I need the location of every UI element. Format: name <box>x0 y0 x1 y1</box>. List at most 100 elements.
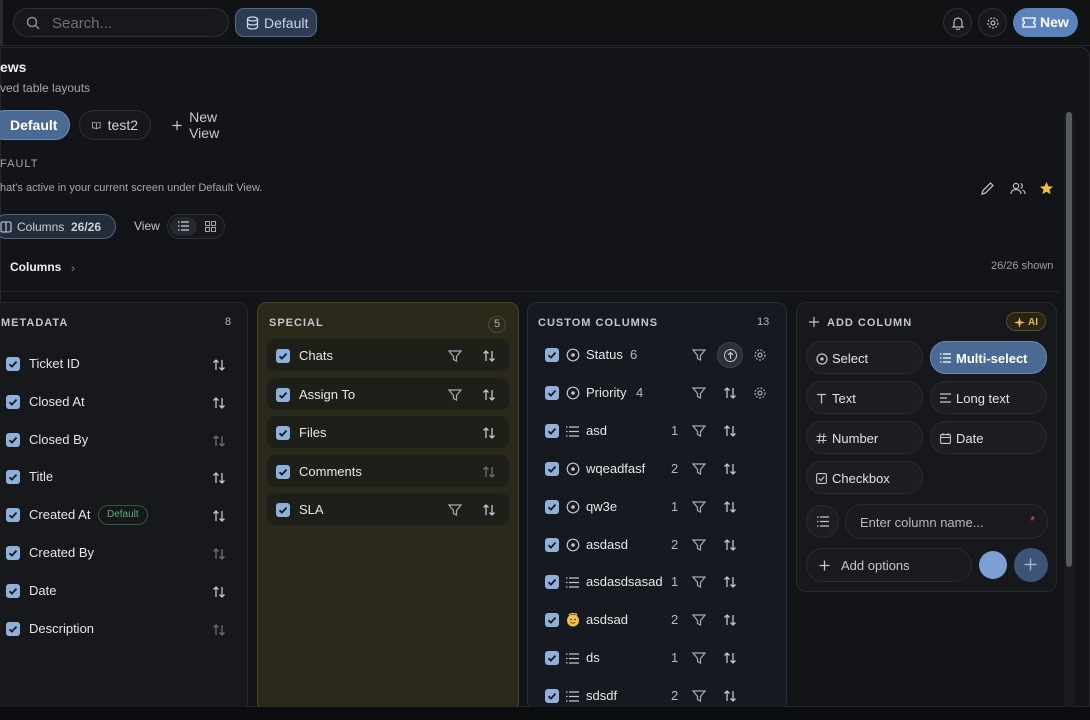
sort-icon[interactable] <box>723 613 737 632</box>
row-checkbox[interactable] <box>545 423 559 438</box>
row-label: Created By <box>29 545 95 560</box>
new-view-button[interactable]: New View <box>160 109 258 141</box>
users-icon[interactable] <box>1010 181 1026 196</box>
filter-icon[interactable] <box>691 424 707 443</box>
row-checkbox[interactable] <box>276 503 290 517</box>
sort-icon[interactable] <box>723 575 737 594</box>
sort-icon[interactable] <box>212 396 226 415</box>
filter-icon[interactable] <box>691 689 707 708</box>
type-long-text-label: Long text <box>956 391 1010 406</box>
filter-icon[interactable] <box>691 348 707 367</box>
row-checkbox[interactable] <box>6 357 20 371</box>
type-text-button[interactable]: Text <box>806 381 923 414</box>
filter-icon[interactable] <box>691 386 707 405</box>
gear-icon[interactable] <box>753 348 767 367</box>
row-checkbox[interactable] <box>6 508 20 523</box>
column-type-list-button[interactable] <box>806 505 839 538</box>
ai-button[interactable]: AI <box>1006 312 1046 331</box>
sort-icon[interactable] <box>482 388 496 407</box>
row-checkbox[interactable] <box>276 349 290 363</box>
filter-icon[interactable] <box>447 503 463 522</box>
filter-icon[interactable] <box>691 462 707 481</box>
sort-icon[interactable] <box>482 349 496 368</box>
sort-icon[interactable] <box>723 689 737 708</box>
gear-icon[interactable] <box>753 386 767 405</box>
settings-button[interactable] <box>978 8 1007 37</box>
row-checkbox[interactable] <box>545 537 559 552</box>
table-row: asdsad 2 <box>528 603 783 637</box>
default-view-pill[interactable]: Default <box>235 8 317 37</box>
sort-icon[interactable] <box>482 465 496 484</box>
sort-icon[interactable] <box>212 358 226 377</box>
sort-ascending-button[interactable] <box>717 342 743 368</box>
filter-icon[interactable] <box>691 500 707 519</box>
filter-icon[interactable] <box>447 388 463 407</box>
special-count: 5 <box>488 316 506 333</box>
row-checkbox[interactable] <box>545 499 559 514</box>
row-count: 4 <box>636 384 644 400</box>
filter-icon[interactable] <box>691 538 707 557</box>
sort-icon[interactable] <box>212 547 226 566</box>
table-row: SLA <box>266 492 510 526</box>
row-checkbox[interactable] <box>276 426 290 440</box>
columns-section-title[interactable]: Columns <box>10 260 61 274</box>
row-checkbox[interactable] <box>276 387 290 402</box>
sort-icon[interactable] <box>212 623 226 642</box>
edit-icon[interactable] <box>980 181 995 196</box>
filter-icon[interactable] <box>691 575 707 594</box>
new-button[interactable]: New <box>1013 8 1078 37</box>
row-checkbox[interactable] <box>545 348 559 362</box>
sort-icon[interactable] <box>723 500 737 519</box>
notifications-button[interactable] <box>943 8 972 37</box>
row-checkbox[interactable] <box>545 689 559 704</box>
row-checkbox[interactable] <box>545 575 559 590</box>
sort-icon[interactable] <box>723 651 737 670</box>
add-column-submit-button[interactable] <box>1014 548 1048 582</box>
sort-icon[interactable] <box>723 462 737 481</box>
sort-icon[interactable] <box>212 471 226 490</box>
sort-icon[interactable] <box>212 509 226 528</box>
sort-icon[interactable] <box>723 386 737 405</box>
list-icon <box>566 651 579 669</box>
column-name-input[interactable]: Enter column name... * <box>845 504 1048 539</box>
sort-icon[interactable] <box>723 538 737 557</box>
star-icon[interactable] <box>1039 181 1054 196</box>
color-picker[interactable] <box>979 551 1007 579</box>
type-long-text-button[interactable]: Long text <box>930 381 1047 414</box>
type-multi-select-button[interactable]: Multi-select <box>930 341 1047 374</box>
filter-icon[interactable] <box>691 651 707 670</box>
row-checkbox[interactable] <box>6 394 20 409</box>
sort-icon[interactable] <box>212 585 226 604</box>
row-checkbox[interactable] <box>545 613 559 628</box>
search-input[interactable]: Search... <box>13 8 229 37</box>
sort-icon[interactable] <box>482 426 496 445</box>
table-row: asd 1 <box>528 414 783 448</box>
type-number-button[interactable]: Number <box>806 421 923 454</box>
row-label: asdsad <box>586 612 628 628</box>
filter-icon[interactable] <box>447 349 463 368</box>
row-checkbox[interactable] <box>6 470 20 485</box>
row-checkbox[interactable] <box>545 385 559 400</box>
row-checkbox[interactable] <box>6 546 20 560</box>
sort-icon[interactable] <box>482 503 496 522</box>
grid-icon[interactable] <box>205 221 216 232</box>
scrollbar-thumb[interactable] <box>1066 112 1072 567</box>
filter-icon[interactable] <box>691 613 707 632</box>
scrollbar[interactable] <box>1064 112 1074 712</box>
add-options-button[interactable]: Add options <box>806 548 972 582</box>
type-select-button[interactable]: Select <box>806 341 923 374</box>
type-date-button[interactable]: Date <box>930 421 1047 454</box>
sort-icon[interactable] <box>212 434 226 453</box>
chevron-right-icon[interactable]: › <box>71 261 75 275</box>
row-checkbox[interactable] <box>6 432 20 447</box>
tab-default[interactable]: Default <box>0 110 70 140</box>
type-checkbox-button[interactable]: Checkbox <box>806 461 923 494</box>
row-checkbox[interactable] <box>545 461 559 476</box>
tab-test2[interactable]: test2 <box>79 110 151 140</box>
columns-toggle-button[interactable]: Columns 26/26 <box>0 214 116 239</box>
row-checkbox[interactable] <box>545 651 559 666</box>
row-checkbox[interactable] <box>6 583 20 598</box>
row-checkbox[interactable] <box>6 621 20 636</box>
row-checkbox[interactable] <box>276 464 290 479</box>
sort-icon[interactable] <box>723 424 737 443</box>
